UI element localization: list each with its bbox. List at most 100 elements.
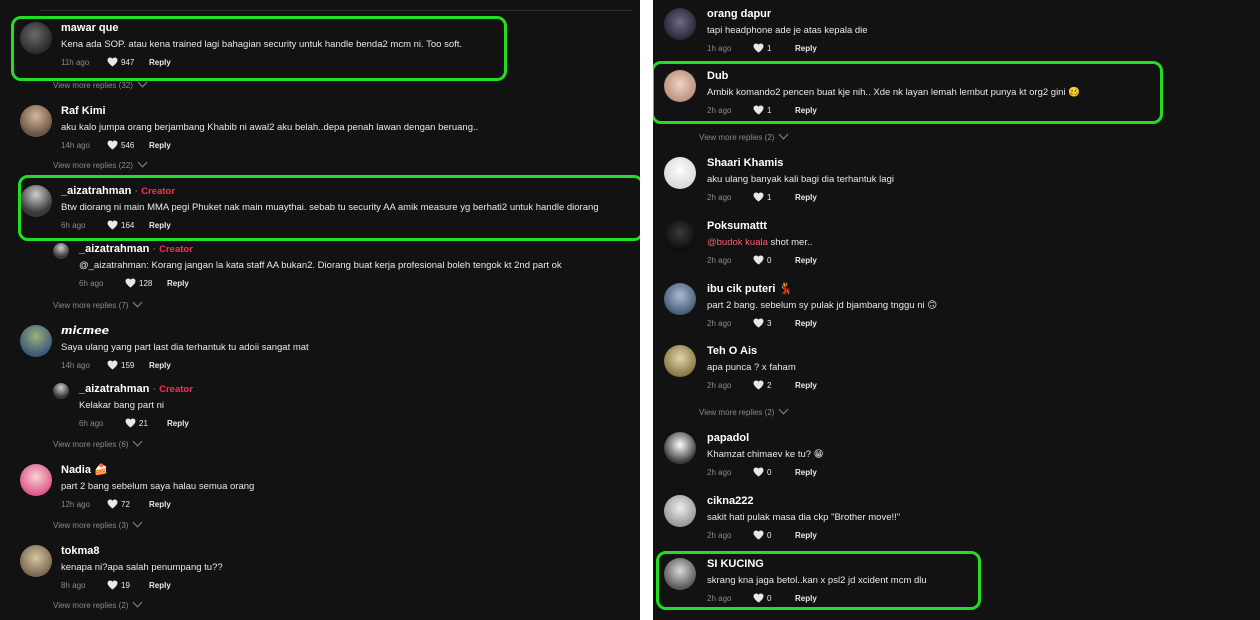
- heart-icon[interactable]: [753, 43, 764, 53]
- heart-icon[interactable]: [107, 499, 118, 509]
- avatar[interactable]: [20, 545, 52, 577]
- comment-time: 1h ago: [707, 43, 732, 53]
- separator-dot: ·: [152, 243, 157, 255]
- avatar[interactable]: [53, 383, 69, 399]
- view-more-replies[interactable]: View more replies (6): [53, 436, 143, 449]
- avatar[interactable]: [53, 243, 69, 259]
- heart-icon[interactable]: [753, 530, 764, 540]
- chevron-down-icon: [132, 297, 143, 308]
- comment-text: @_aizatrahman: Korang jangan la kata sta…: [79, 260, 562, 271]
- chevron-down-icon: [778, 404, 789, 415]
- creator-badge: Creator: [159, 244, 193, 255]
- avatar[interactable]: [20, 325, 52, 357]
- creator-badge: Creator: [159, 384, 193, 395]
- heart-icon[interactable]: [125, 278, 136, 288]
- like-count: 546: [121, 140, 135, 150]
- heart-icon[interactable]: [753, 255, 764, 265]
- comment-time: 6h ago: [79, 418, 104, 428]
- avatar[interactable]: [664, 495, 696, 527]
- username[interactable]: Nadia 🍰: [61, 464, 254, 477]
- reply-button[interactable]: Reply: [167, 419, 189, 428]
- mention-link[interactable]: @budok kuala: [707, 237, 768, 248]
- heart-icon[interactable]: [753, 192, 764, 202]
- like-count: 2: [767, 380, 772, 390]
- comment-text: Kelakar bang part ni: [79, 400, 165, 411]
- view-more-label: View more replies (2): [699, 133, 775, 142]
- like-count: 128: [139, 278, 153, 288]
- chevron-down-icon: [778, 129, 789, 140]
- reply-button[interactable]: Reply: [795, 193, 817, 202]
- avatar[interactable]: [664, 283, 696, 315]
- avatar[interactable]: [664, 220, 696, 252]
- like-count: 1: [767, 192, 772, 202]
- view-more-replies[interactable]: View more replies (7): [53, 297, 143, 310]
- avatar[interactable]: [664, 432, 696, 464]
- comment-time: 2h ago: [707, 467, 732, 477]
- view-more-label: View more replies (2): [699, 408, 775, 417]
- username[interactable]: _aizatrahman · Creator: [79, 243, 562, 256]
- username[interactable]: orang dapur: [707, 8, 868, 21]
- heart-icon[interactable]: [107, 360, 118, 370]
- reply-button[interactable]: Reply: [149, 141, 171, 150]
- comment-time: 12h ago: [61, 499, 90, 509]
- username-text: _aizatrahman: [79, 243, 150, 255]
- heart-icon[interactable]: [753, 380, 764, 390]
- comment-text: sakit hati pulak masa dia ckp "Brother m…: [707, 512, 901, 523]
- comment-text: part 2 bang. sebelum sy pulak jd bjamban…: [707, 300, 938, 311]
- avatar[interactable]: [20, 464, 52, 496]
- avatar[interactable]: [20, 105, 52, 137]
- comment-time: 14h ago: [61, 140, 90, 150]
- username[interactable]: tokma8: [61, 545, 223, 558]
- reply-button[interactable]: Reply: [795, 44, 817, 53]
- reply-button[interactable]: Reply: [795, 531, 817, 540]
- username-text: _aizatrahman: [79, 383, 150, 395]
- comment-text: apa punca ? x faham: [707, 362, 796, 373]
- view-more-replies[interactable]: View more replies (22): [53, 157, 148, 170]
- reply-button[interactable]: Reply: [167, 279, 189, 288]
- reply-button[interactable]: Reply: [795, 256, 817, 265]
- heart-icon[interactable]: [107, 580, 118, 590]
- comment-text: part 2 bang sebelum saya halau semua ora…: [61, 481, 255, 492]
- avatar[interactable]: [664, 157, 696, 189]
- comment-time: 6h ago: [79, 278, 104, 288]
- reply-button[interactable]: Reply: [795, 381, 817, 390]
- username[interactable]: Teh O Ais: [707, 345, 817, 358]
- avatar[interactable]: [664, 8, 696, 40]
- like-count: 0: [767, 255, 772, 265]
- username[interactable]: papadol: [707, 432, 824, 445]
- chevron-down-icon: [132, 436, 143, 447]
- heart-icon[interactable]: [125, 418, 136, 428]
- chevron-down-icon: [137, 157, 148, 168]
- chevron-down-icon: [132, 517, 143, 528]
- reply-button[interactable]: Reply: [149, 581, 171, 590]
- comment-time: 8h ago: [61, 580, 86, 590]
- username[interactable]: 𝙢𝙞𝙘𝙢𝙚𝙚: [61, 325, 309, 338]
- username[interactable]: Shaari Khamis: [707, 157, 894, 170]
- username[interactable]: ibu cik puteri 💃: [707, 283, 937, 296]
- comment-time: 2h ago: [707, 255, 732, 265]
- username[interactable]: cikna222: [707, 495, 900, 508]
- view-more-label: View more replies (7): [53, 301, 129, 310]
- heart-icon[interactable]: [753, 467, 764, 477]
- highlight-box: [11, 16, 507, 81]
- view-more-replies[interactable]: View more replies (2): [53, 597, 143, 610]
- heart-icon[interactable]: [753, 318, 764, 328]
- username[interactable]: Poksumattt: [707, 220, 817, 233]
- reply-button[interactable]: Reply: [149, 361, 171, 370]
- view-more-replies[interactable]: View more replies (2): [699, 404, 789, 417]
- view-more-replies[interactable]: View more replies (3): [53, 517, 143, 530]
- username[interactable]: _aizatrahman · Creator: [79, 383, 193, 396]
- like-count: 21: [139, 418, 148, 428]
- like-count: 1: [767, 43, 772, 53]
- username[interactable]: Raf Kimi: [61, 105, 478, 118]
- heart-icon[interactable]: [107, 140, 118, 150]
- avatar[interactable]: [664, 345, 696, 377]
- comment-time: 2h ago: [707, 318, 732, 328]
- reply-button[interactable]: Reply: [149, 500, 171, 509]
- like-count: 3: [767, 318, 772, 328]
- view-more-replies[interactable]: View more replies (32): [53, 77, 148, 90]
- view-more-replies[interactable]: View more replies (2): [699, 129, 789, 142]
- reply-button[interactable]: Reply: [795, 468, 817, 477]
- like-count: 72: [121, 499, 130, 509]
- reply-button[interactable]: Reply: [795, 319, 817, 328]
